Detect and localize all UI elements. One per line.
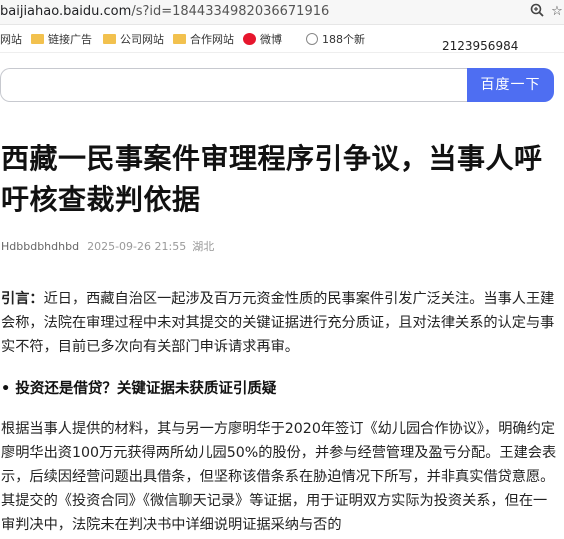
lead-paragraph: 引言：近日，西藏自治区一起涉及百万元资金性质的民事案件引发广泛关注。当事人王建会… [1, 287, 561, 359]
url-path: /s?id=1844334982036671916 [131, 4, 330, 19]
bookmark-item[interactable]: 合作网站 [173, 31, 234, 47]
phone-number: 2123956984 [442, 39, 519, 53]
address-bar[interactable]: baijiahao.baidu.com/s?id=184433498203667… [0, 0, 564, 25]
body-paragraph: 根据当事人提供的材料，其与另一方廖明华于2020年签订《幼儿园合作协议》，明确约… [1, 421, 557, 533]
bookmark-label: 188个新 [322, 33, 365, 46]
zoom-icon[interactable] [528, 3, 546, 21]
lead-text: 近日，西藏自治区一起涉及百万元资金性质的民事案件引发广泛关注。当事人王建会称，法… [1, 291, 555, 355]
article-title: 西藏一民事案件审理程序引争议，当事人呼吁核查裁判依据 [1, 142, 543, 216]
bookmark-label: 公司网站 [120, 33, 164, 46]
weibo-icon [243, 33, 256, 45]
lead-label: 引言： [1, 291, 44, 307]
folder-icon [31, 34, 44, 44]
author-name[interactable]: Hdbbdbhdhbd [1, 240, 79, 253]
article-meta: Hdbbdbhdhbd 2025-09-26 21:55 湖北 [1, 238, 214, 254]
search-button[interactable]: 百度一下 [467, 68, 554, 102]
publish-location: 湖北 [192, 240, 215, 253]
bookmark-item[interactable]: 188个新 [306, 31, 365, 47]
section-heading: • 投资还是借贷？关键证据未获质证引质疑 [1, 381, 277, 397]
search-input[interactable] [0, 68, 468, 102]
star-icon[interactable]: ☆ [548, 3, 564, 21]
bookmark-item[interactable]: 链接广告 [31, 31, 92, 47]
globe-icon [306, 33, 318, 45]
bookmark-item[interactable]: 微博 [243, 31, 282, 47]
bookmark-label: 微博 [260, 33, 282, 46]
url-text[interactable]: baijiahao.baidu.com/s?id=184433498203667… [0, 4, 329, 19]
folder-icon [173, 34, 186, 44]
publish-date: 2025-09-26 21:55 [87, 240, 187, 253]
bookmark-label: 合作网站 [190, 33, 234, 46]
bookmark-label: 网站 [0, 33, 22, 46]
folder-icon [103, 34, 116, 44]
bookmark-label: 链接广告 [48, 33, 92, 46]
bookmark-item[interactable]: 公司网站 [103, 31, 164, 47]
bookmark-item[interactable]: 网站 [0, 31, 22, 47]
url-host: baijiahao.baidu.com [0, 4, 132, 19]
